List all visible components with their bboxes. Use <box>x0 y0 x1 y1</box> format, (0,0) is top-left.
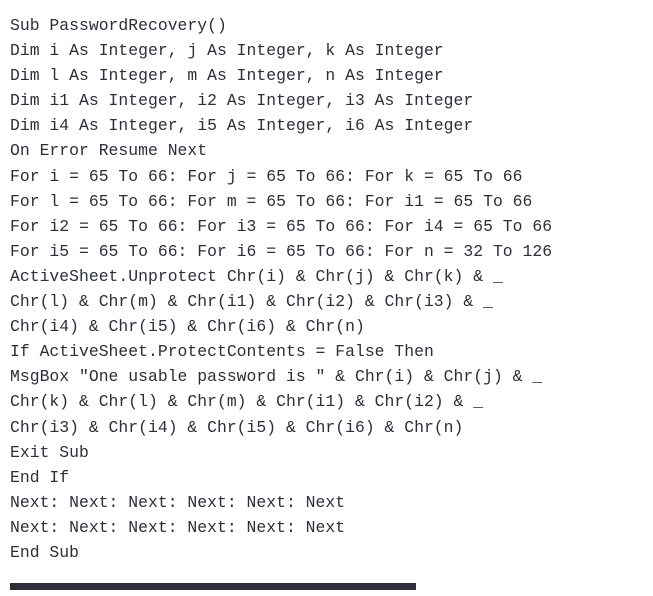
code-line: Dim i4 As Integer, i5 As Integer, i6 As … <box>10 116 474 136</box>
code-line: For l = 65 To 66: For m = 65 To 66: For … <box>10 191 533 211</box>
code-line: If ActiveSheet.ProtectContents = False T… <box>10 342 434 362</box>
code-line: For i5 = 65 To 66: For i6 = 65 To 66: Fo… <box>10 241 553 261</box>
code-line: Sub PasswordRecovery() <box>10 16 227 35</box>
code-line: Chr(l) & Chr(m) & Chr(i1) & Chr(i2) & Ch… <box>10 292 493 312</box>
code-line: For i = 65 To 66: For j = 65 To 66: For … <box>10 166 523 186</box>
code-line: End If <box>10 467 70 487</box>
code-line: Next: Next: Next: Next: Next: Next <box>10 517 346 537</box>
code-line: ActiveSheet.Unprotect Chr(i) & Chr(j) & … <box>10 266 503 286</box>
code-block[interactable]: Sub PasswordRecovery() Dim i As Integer,… <box>10 13 643 565</box>
code-line: End Sub <box>10 542 79 562</box>
code-line: Next: Next: Next: Next: Next: Next <box>10 492 346 512</box>
code-line: Dim i As Integer, j As Integer, k As Int… <box>10 41 444 61</box>
bottom-accent-bar <box>10 583 416 590</box>
code-line: Chr(i4) & Chr(i5) & Chr(i6) & Chr(n) <box>10 317 365 337</box>
code-line: For i2 = 65 To 66: For i3 = 65 To 66: Fo… <box>10 216 553 236</box>
code-line: Exit Sub <box>10 442 89 462</box>
code-screenshot: Sub PasswordRecovery() Dim i As Integer,… <box>0 0 653 596</box>
code-line: Dim l As Integer, m As Integer, n As Int… <box>10 66 444 86</box>
code-line: MsgBox "One usable password is " & Chr(i… <box>10 367 543 387</box>
code-line: Dim i1 As Integer, i2 As Integer, i3 As … <box>10 91 474 111</box>
code-line: Chr(i3) & Chr(i4) & Chr(i5) & Chr(i6) & … <box>10 417 464 437</box>
code-line: Chr(k) & Chr(l) & Chr(m) & Chr(i1) & Chr… <box>10 392 484 412</box>
code-line: On Error Resume Next <box>10 141 208 161</box>
